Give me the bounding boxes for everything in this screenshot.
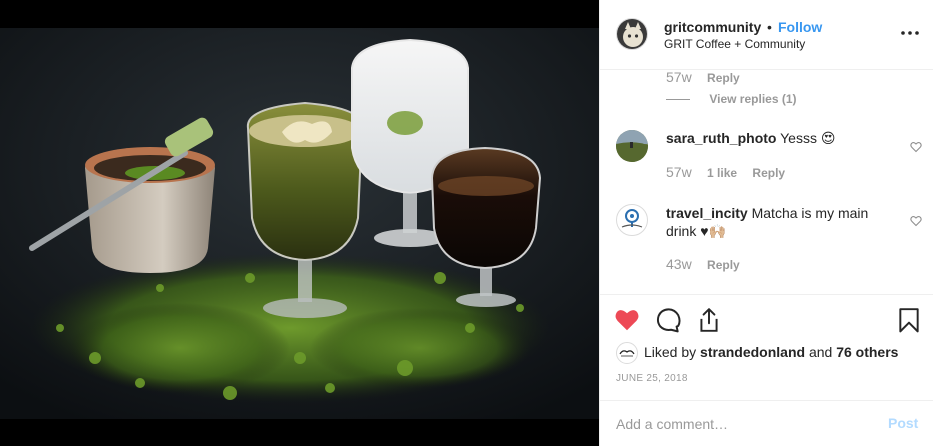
reply-button[interactable]: Reply xyxy=(707,258,740,272)
comment-username[interactable]: travel_incity xyxy=(666,205,748,221)
reply-button[interactable]: Reply xyxy=(707,71,740,85)
post-comment-button[interactable]: Post xyxy=(888,415,918,431)
follow-button[interactable]: Follow xyxy=(778,19,822,35)
matcha-drinks-photo xyxy=(0,28,599,419)
comment-username[interactable]: sara_ruth_photo xyxy=(666,130,776,146)
view-replies-label: View replies (1) xyxy=(709,92,797,106)
post-date[interactable]: JUNE 25, 2018 xyxy=(616,373,688,384)
heart-filled-icon xyxy=(615,310,639,331)
post-photo[interactable] xyxy=(0,28,599,419)
like-button[interactable] xyxy=(614,307,640,333)
post-username[interactable]: gritcommunity xyxy=(664,19,761,35)
post-location[interactable]: GRIT Coffee + Community xyxy=(664,37,805,51)
comment-likes[interactable]: 1 like xyxy=(707,166,737,180)
comment-icon xyxy=(656,308,681,333)
comment-like-button[interactable] xyxy=(910,140,922,153)
comment-age: 57w xyxy=(666,71,692,85)
reply-button[interactable]: Reply xyxy=(752,166,785,180)
comment-meta: 57w 1 like Reply xyxy=(666,164,785,180)
separator-dot: • xyxy=(767,19,772,35)
view-replies-button[interactable]: View replies (1) xyxy=(666,92,797,106)
post-header: gritcommunity • Follow GRIT Coffee + Com… xyxy=(600,0,933,70)
post-actions: Liked by strandedonland and 76 others JU… xyxy=(600,294,933,400)
liked-by-user[interactable]: strandedonland xyxy=(700,344,805,360)
likes-others-link[interactable]: 76 others xyxy=(836,344,898,360)
comment-button[interactable] xyxy=(656,307,682,333)
likes-text: Liked by strandedonland and 76 others xyxy=(644,344,899,360)
comment-meta: 57w Reply xyxy=(666,71,740,85)
more-horizontal-icon xyxy=(901,31,919,35)
avatar[interactable] xyxy=(616,130,648,162)
avatar[interactable] xyxy=(616,18,648,50)
comment-box: Post xyxy=(600,400,933,446)
share-icon xyxy=(700,308,718,332)
comment-age: 57w xyxy=(666,164,692,180)
avatar[interactable] xyxy=(616,342,638,364)
more-options-button[interactable] xyxy=(900,26,920,40)
post-sidebar: gritcommunity • Follow GRIT Coffee + Com… xyxy=(599,0,933,446)
photo-panel xyxy=(0,0,599,446)
comment-meta: 43w Reply xyxy=(666,256,740,272)
comment-like-button[interactable] xyxy=(910,214,922,227)
comment-text: travel_incity Matcha is my main drink ♥🙌… xyxy=(666,204,896,240)
bookmark-icon xyxy=(899,308,919,333)
share-button[interactable] xyxy=(696,307,722,333)
comment-input[interactable] xyxy=(616,413,876,435)
heart-outline-icon xyxy=(910,216,922,227)
comment-age: 43w xyxy=(666,256,692,272)
comment-text: sara_ruth_photo Yesss 😍 xyxy=(666,129,896,147)
comments-list[interactable]: 57w Reply View replies (1) sara_ruth_pho… xyxy=(600,71,933,294)
avatar[interactable] xyxy=(616,204,648,236)
comment-body: Yesss 😍 xyxy=(780,130,836,146)
heart-outline-icon xyxy=(910,142,922,153)
replies-divider xyxy=(666,99,690,101)
save-button[interactable] xyxy=(896,307,922,333)
